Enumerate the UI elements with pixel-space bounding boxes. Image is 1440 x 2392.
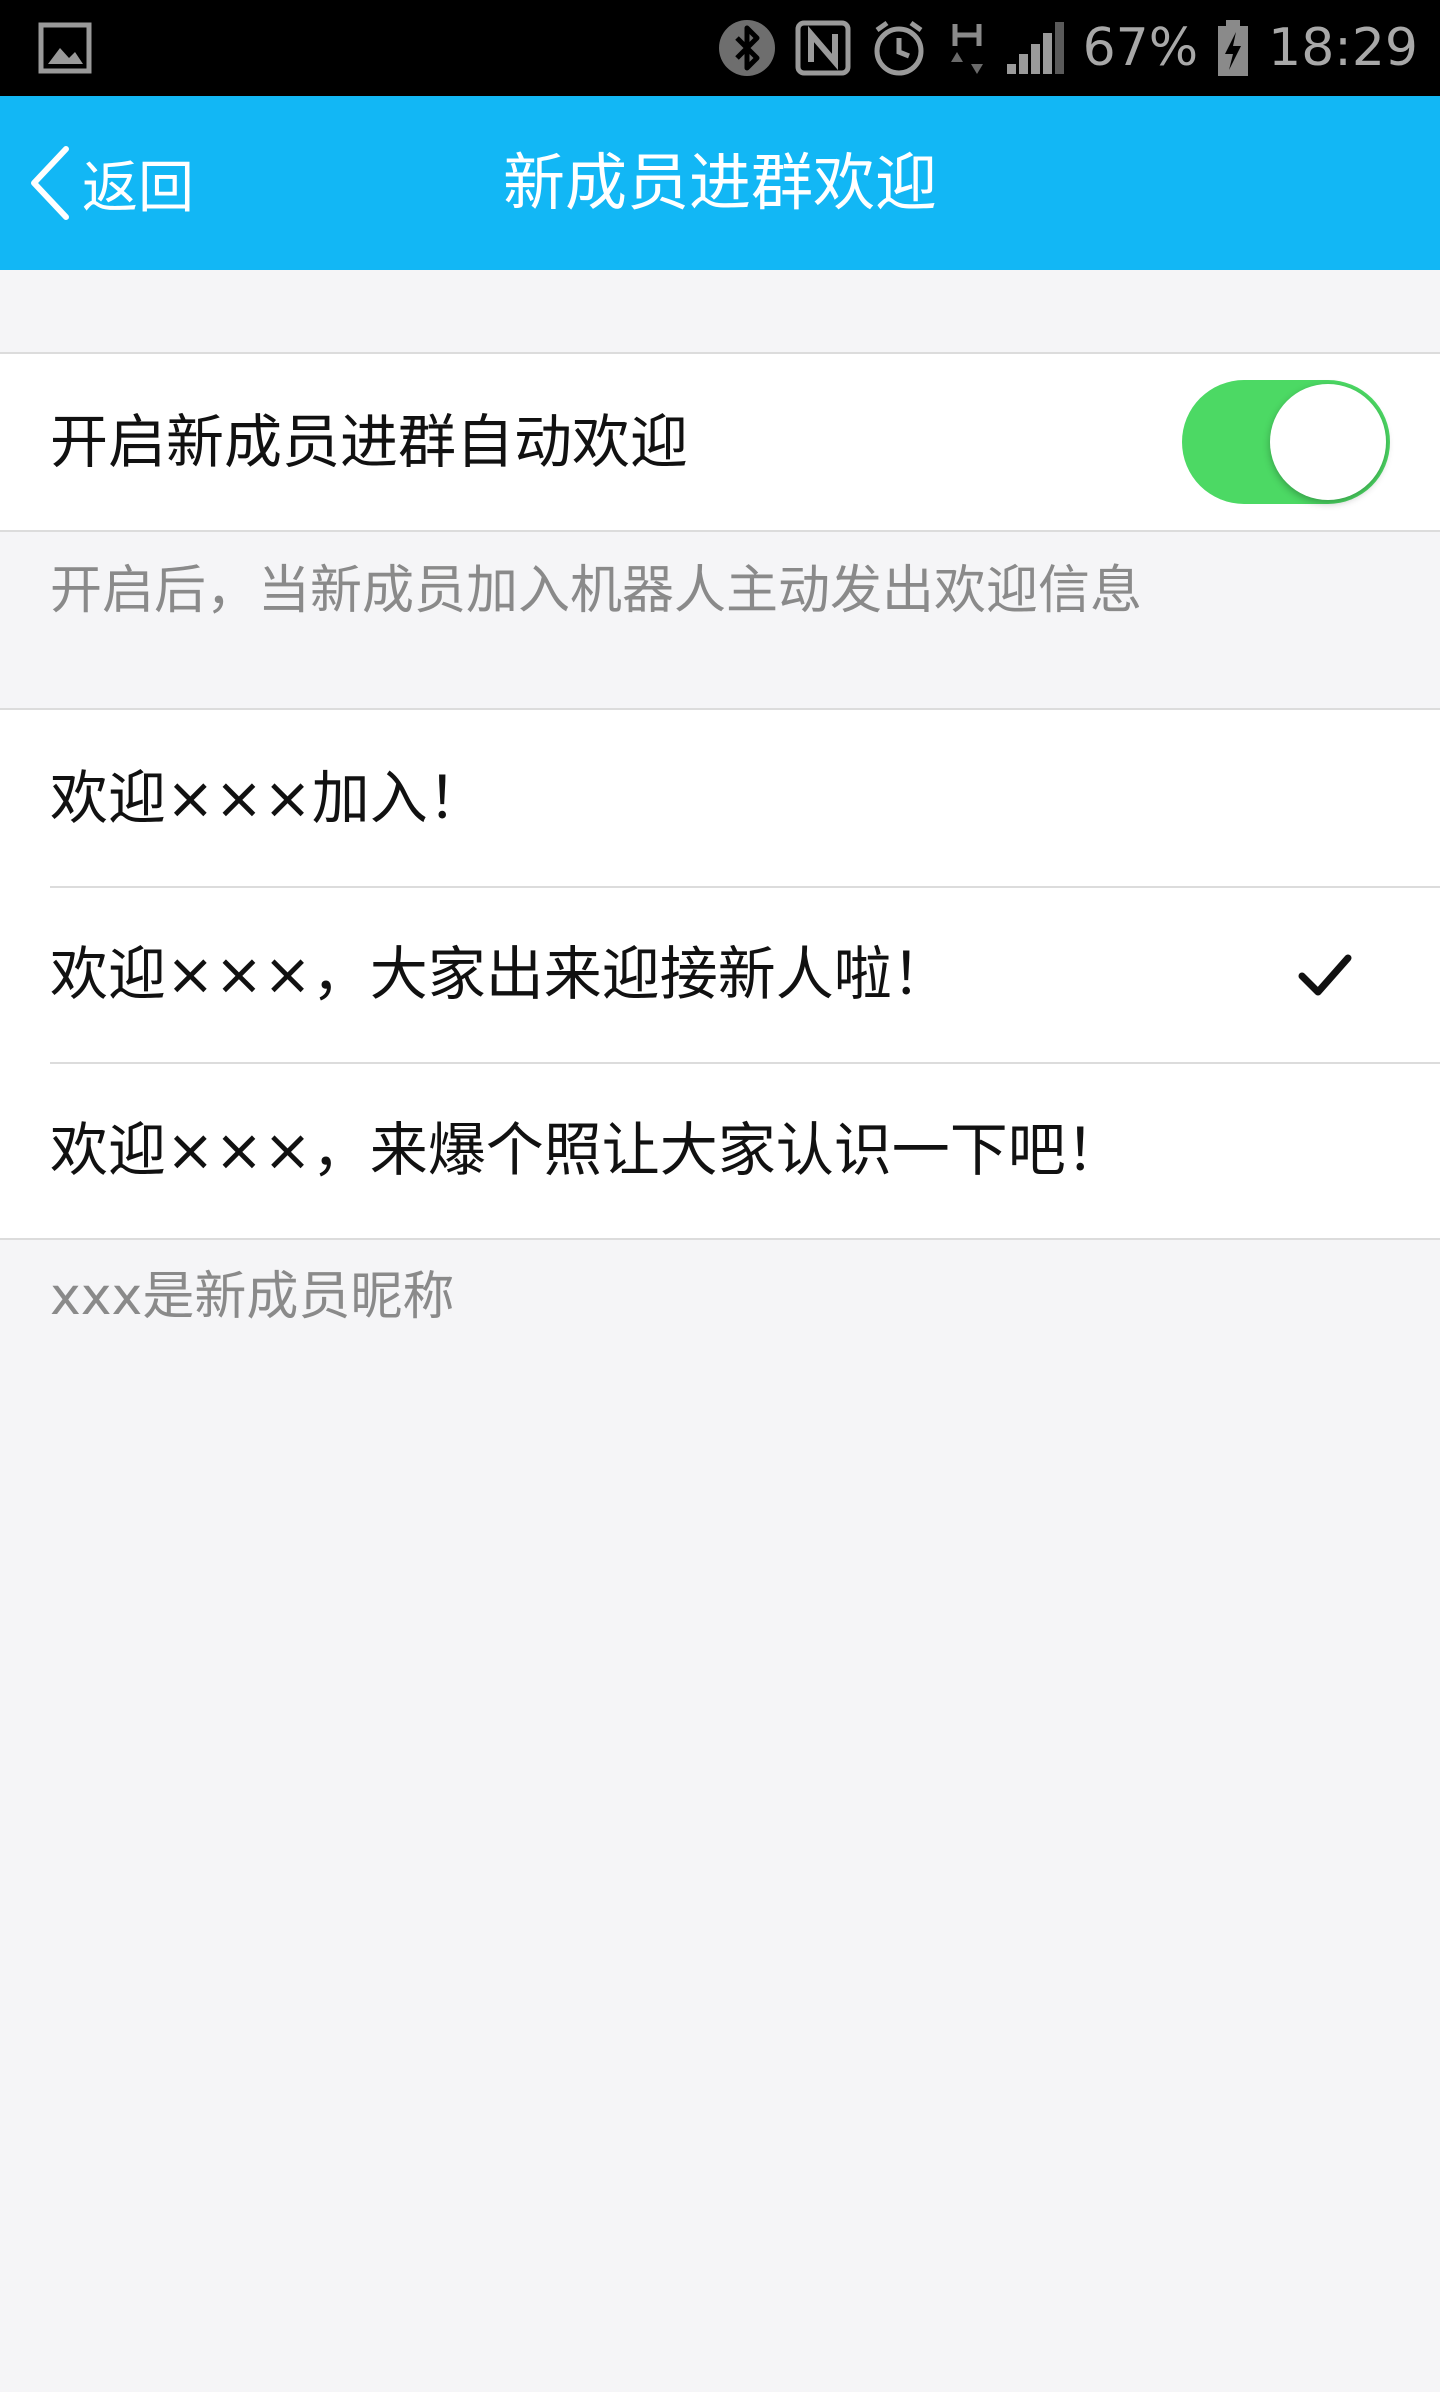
welcome-option-label: 欢迎×××，来爆个照让大家认识一下吧！	[50, 1116, 1124, 1184]
page-title: 新成员进群欢迎	[502, 146, 937, 219]
checkmark-icon	[1298, 954, 1352, 996]
welcome-option-3[interactable]: 欢迎×××，来爆个照让大家认识一下吧！	[0, 1062, 1440, 1238]
welcome-option-1[interactable]: 欢迎×××加入！	[0, 710, 1440, 886]
auto-welcome-row: 开启新成员进群自动欢迎	[0, 352, 1440, 532]
nickname-hint: xxx是新成员昵称	[50, 1267, 455, 1327]
bluetooth-icon	[718, 20, 775, 76]
status-icons: 67% 18:29	[717, 0, 1418, 96]
welcome-option-label: 欢迎×××加入！	[50, 764, 486, 832]
auto-welcome-label: 开启新成员进群自动欢迎	[50, 408, 689, 476]
toggle-knob	[1270, 384, 1386, 500]
auto-welcome-toggle[interactable]	[1182, 380, 1390, 504]
welcome-option-label: 欢迎×××，大家出来迎接新人啦！	[50, 940, 950, 1008]
status-bar: 67% 18:29	[0, 0, 1440, 96]
battery-charging-icon	[1218, 20, 1249, 76]
gallery-icon	[38, 22, 92, 74]
welcome-option-2[interactable]: 欢迎×××，大家出来迎接新人啦！	[0, 886, 1440, 1062]
auto-welcome-hint: 开启后，当新成员加入机器人主动发出欢迎信息	[50, 561, 1143, 621]
welcome-message-list: 欢迎×××加入！ 欢迎×××，大家出来迎接新人啦！ 欢迎×××，来爆个照让大家认…	[0, 708, 1440, 1240]
battery-percent: 67%	[1082, 18, 1199, 78]
signal-icon	[1006, 22, 1064, 74]
hplus-data-icon	[950, 24, 983, 74]
header-bar: 返回 新成员进群欢迎	[0, 96, 1440, 270]
alarm-icon	[874, 20, 924, 76]
nfc-icon	[795, 20, 851, 76]
clock: 18:29	[1268, 18, 1418, 78]
